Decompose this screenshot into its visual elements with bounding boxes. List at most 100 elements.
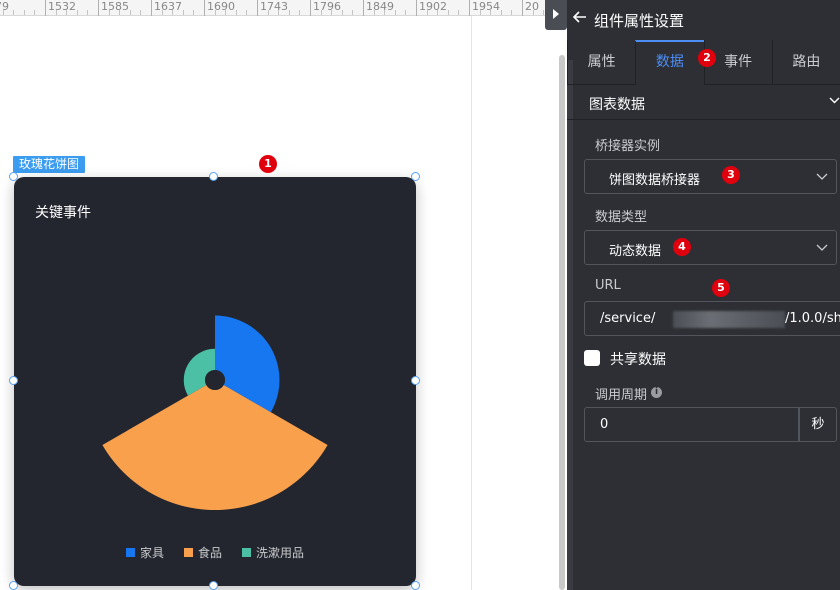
ruler-major-tick (522, 0, 523, 16)
call-period-unit: 秒 (799, 407, 837, 442)
share-data-checkbox[interactable] (584, 350, 600, 366)
ruler-minor-tick (108, 10, 110, 15)
ruler-minor-tick (405, 10, 407, 15)
ruler-minor-tick (458, 10, 460, 15)
ruler-minor-tick (119, 10, 121, 15)
bridge-instance-label: 桥接器实例 (595, 139, 661, 154)
ruler-label: 1585 (101, 0, 129, 13)
bridge-instance-select[interactable]: 饼图数据桥接器 (584, 159, 837, 194)
resize-handle-top[interactable] (209, 172, 218, 181)
call-period-input[interactable]: 0 (584, 407, 799, 442)
url-label: URL (595, 278, 621, 293)
ruler-minor-tick (299, 10, 301, 15)
ruler-minor-tick (13, 10, 15, 15)
back-arrow-icon[interactable] (573, 10, 587, 24)
url-redacted-segment (673, 311, 785, 328)
ruler-minor-tick (87, 10, 89, 15)
step-badge-1: 1 (259, 155, 277, 173)
step-badge-5: 5 (712, 279, 730, 297)
rose-slice-1[interactable] (102, 385, 328, 510)
ruler-label: 1849 (366, 0, 394, 13)
ruler-label: 1743 (260, 0, 288, 13)
tab-properties[interactable]: 属性 (567, 40, 635, 85)
ruler-minor-tick (55, 10, 57, 15)
chevron-down-icon (829, 97, 840, 104)
ruler-minor-tick (426, 10, 428, 15)
ruler-minor-tick (511, 10, 513, 15)
legend-item[interactable]: 洗漱用品 (242, 544, 304, 561)
panel-scrollbar[interactable] (567, 60, 573, 590)
ruler-minor-tick (500, 10, 502, 15)
ruler-major-tick (151, 0, 152, 16)
chevron-down-icon (816, 244, 828, 251)
legend-swatch (125, 548, 135, 557)
legend-item[interactable]: 食品 (183, 544, 222, 561)
component-name-tag: 玫瑰花饼图 (13, 156, 86, 173)
panel-title: 组件属性设置 (594, 12, 685, 30)
rose-pie-widget[interactable]: 关键事件 家具 食品 洗漱用品 (14, 177, 416, 586)
url-input[interactable]: /service/ /1.0.0/show (584, 301, 840, 336)
ruler-minor-tick (267, 10, 269, 15)
ruler-minor-tick (246, 10, 248, 15)
page-boundary-line (471, 16, 472, 590)
ruler-minor-tick (447, 10, 449, 15)
ruler-minor-tick (235, 10, 237, 15)
tab-routing[interactable]: 路由 (771, 40, 840, 85)
ruler-minor-tick (331, 10, 333, 15)
ruler-minor-tick (278, 10, 280, 15)
ruler-minor-tick (172, 10, 174, 15)
ruler-minor-tick (532, 10, 534, 15)
call-period-value: 0 (600, 417, 609, 432)
ruler-label: 1532 (48, 0, 76, 13)
data-type-select[interactable]: 动态数据 (584, 230, 837, 265)
collapse-panel-button[interactable] (545, 0, 567, 30)
property-panel: 组件属性设置 属性 数据 事件 路由 2 图表数据 桥接器实例 饼图数据桥接器 … (567, 0, 840, 590)
legend-label: 洗漱用品 (256, 546, 305, 560)
step-badge-4: 4 (673, 238, 691, 256)
step-badge-3: 3 (722, 166, 740, 184)
ruler-major-tick (98, 0, 99, 16)
share-data-label: 共享数据 (610, 352, 666, 368)
chart-data-section-header[interactable]: 图表数据 (567, 86, 840, 120)
resize-handle-bottom[interactable] (209, 581, 218, 590)
ruler-major-tick (469, 0, 470, 16)
ruler-minor-tick (352, 10, 354, 15)
resize-handle-top-left[interactable] (9, 172, 18, 181)
ruler-label: 1690 (207, 0, 235, 13)
horizontal-ruler: 7915321585163716901743179618491902195420 (0, 0, 566, 16)
info-icon[interactable]: i (651, 387, 662, 398)
panel-header: 组件属性设置 (567, 0, 840, 40)
resize-handle-top-right[interactable] (411, 172, 420, 181)
ruler-minor-tick (161, 10, 163, 15)
ruler-label: 1637 (154, 0, 182, 13)
ruler-minor-tick (490, 10, 492, 15)
ruler-minor-tick (76, 10, 78, 15)
ruler-major-tick (310, 0, 311, 16)
editor-canvas[interactable]: 7915321585163716901743179618491902195420… (0, 0, 567, 590)
ruler-minor-tick (2, 10, 4, 15)
ruler-major-tick (204, 0, 205, 16)
bridge-instance-value: 饼图数据桥接器 (609, 173, 701, 188)
ruler-label: 79 (0, 0, 9, 13)
canvas-scrollbar[interactable] (559, 55, 565, 590)
ruler-minor-tick (320, 10, 322, 15)
ruler-minor-tick (341, 10, 343, 15)
legend-swatch (242, 548, 251, 557)
ruler-minor-tick (66, 10, 68, 15)
legend-label: 家具 (139, 546, 164, 560)
resize-handle-right[interactable] (411, 376, 420, 385)
call-period-label: 调用周期 (595, 388, 648, 403)
ruler-minor-tick (394, 10, 396, 15)
ruler-minor-tick (23, 10, 25, 15)
resize-handle-left[interactable] (9, 376, 18, 385)
tab-data[interactable]: 数据 (635, 40, 704, 85)
resize-handle-bottom-right[interactable] (411, 581, 420, 590)
legend-swatch (183, 548, 193, 557)
step-badge-2: 2 (698, 49, 716, 67)
caret-right-icon (553, 9, 559, 19)
resize-handle-bottom-left[interactable] (9, 581, 18, 590)
legend-item[interactable]: 家具 (125, 544, 164, 561)
ruler-label: 1902 (419, 0, 447, 13)
chevron-down-icon (816, 173, 828, 180)
legend-label: 食品 (197, 546, 222, 560)
